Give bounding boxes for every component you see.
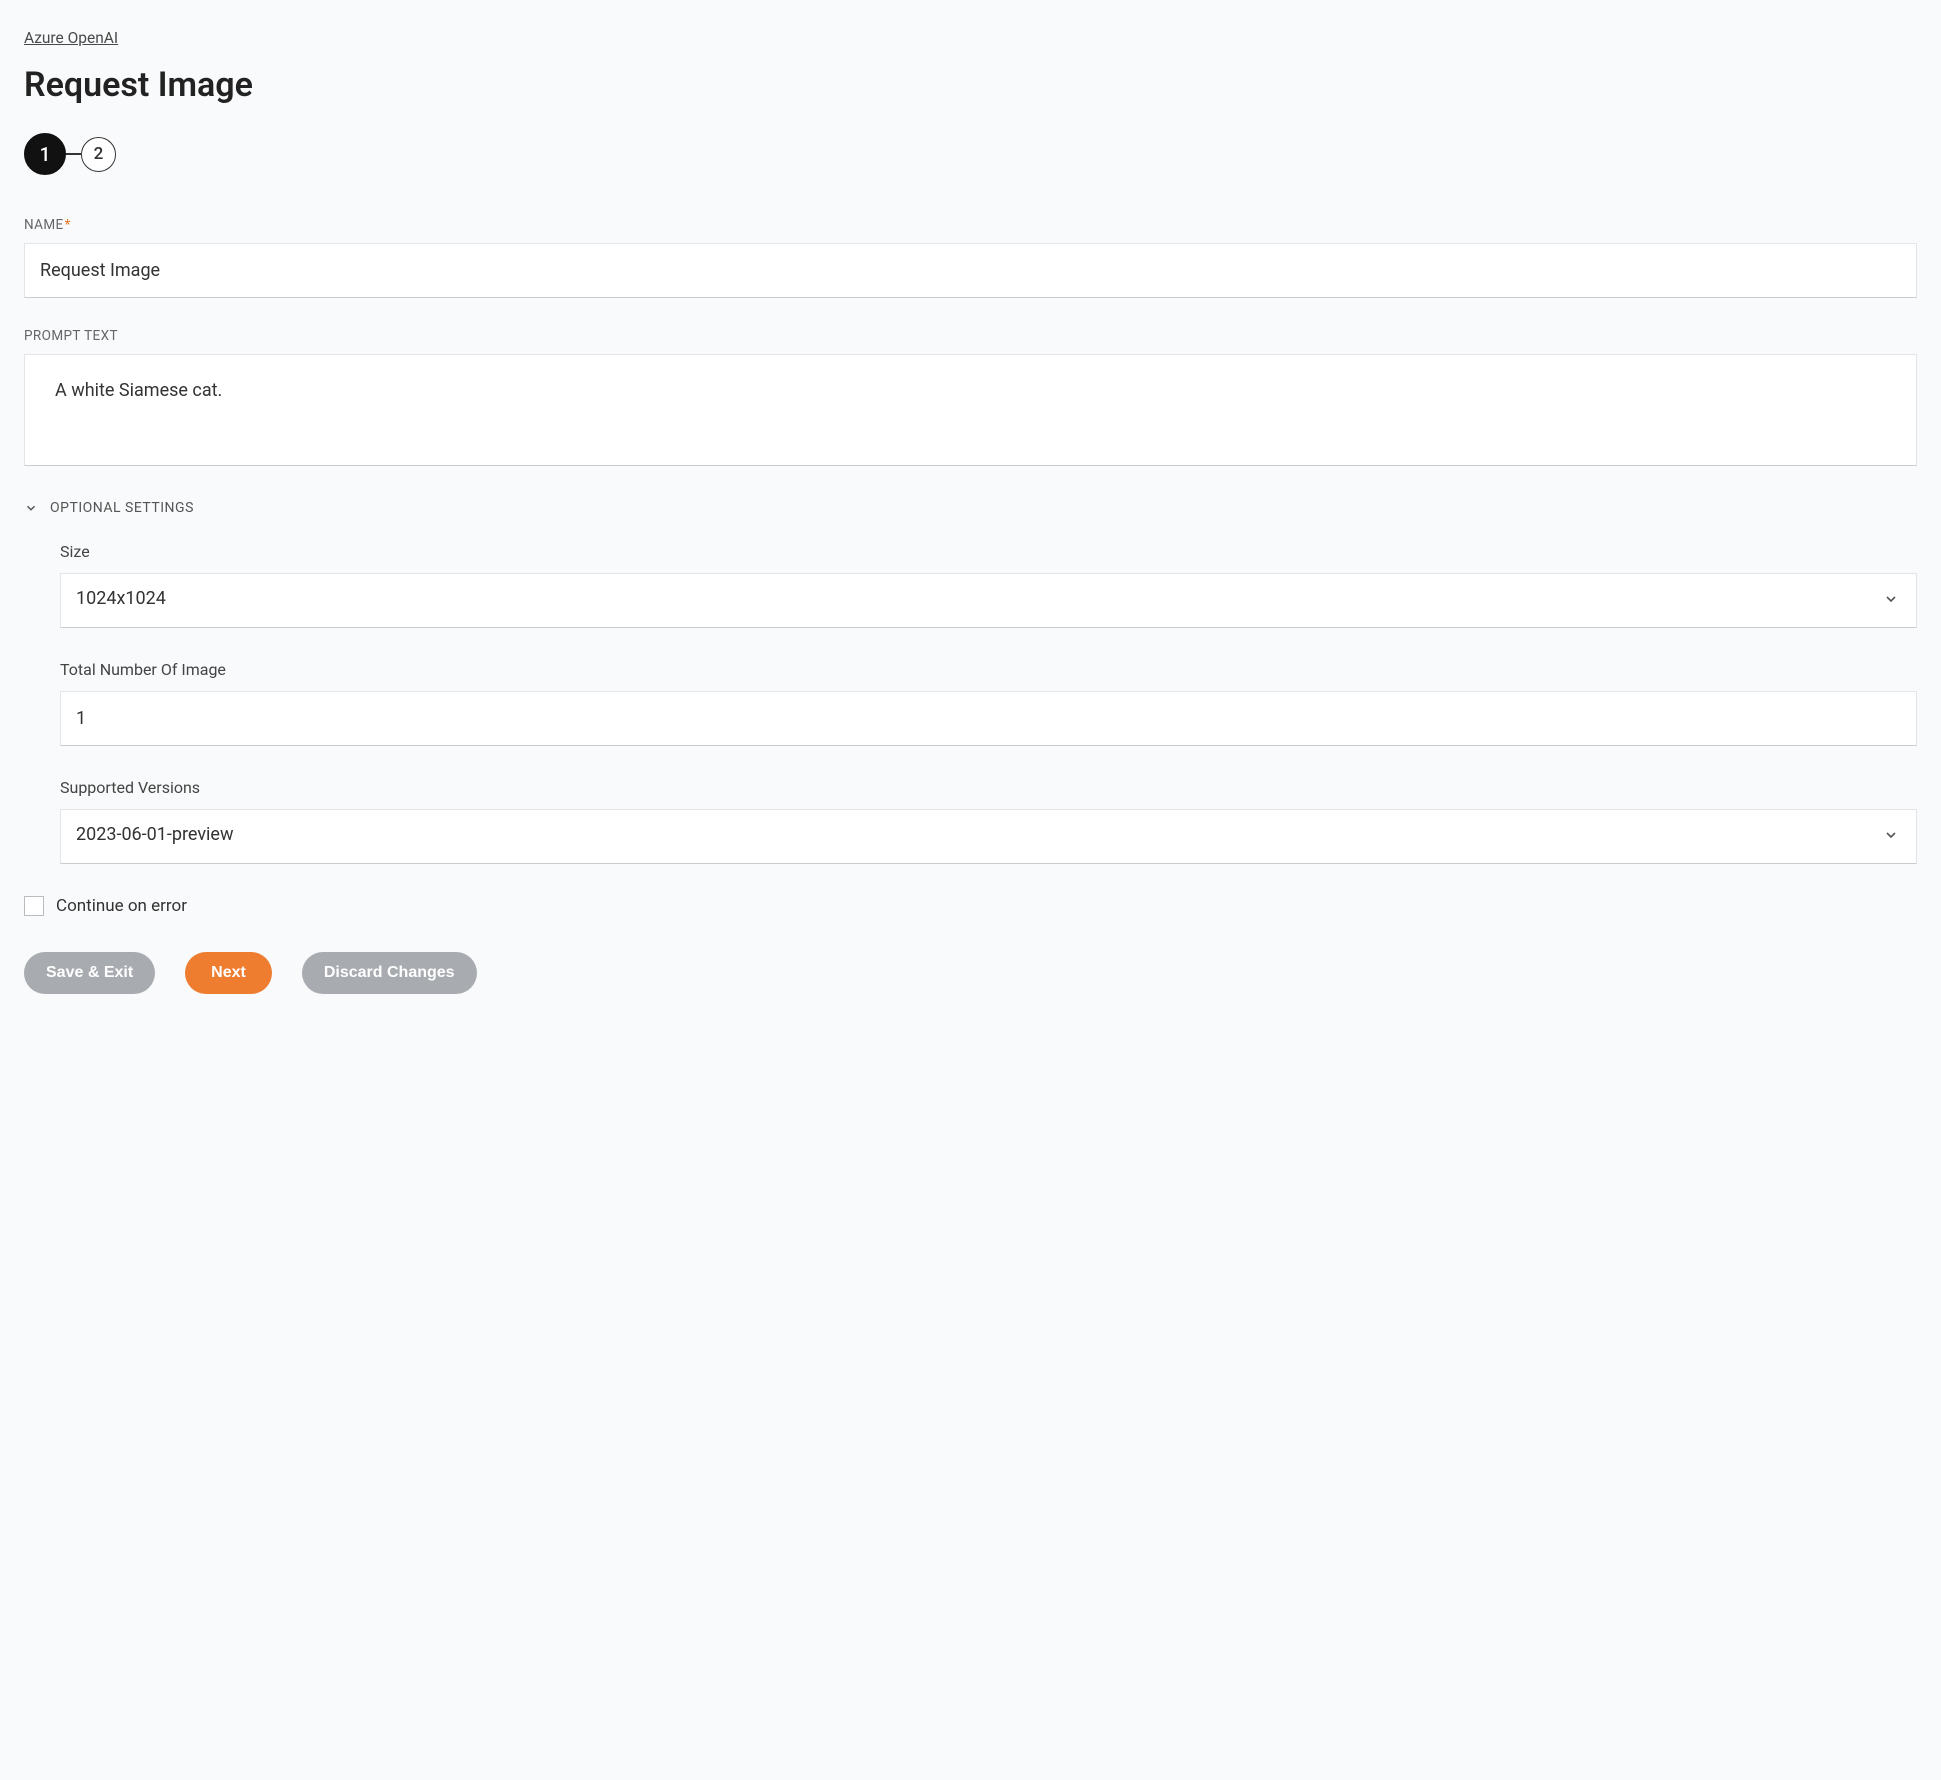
continue-on-error-checkbox[interactable] [24,896,44,916]
name-input[interactable] [24,243,1917,298]
size-label: Size [60,542,1917,561]
versions-select[interactable]: 2023-06-01-preview [60,809,1917,864]
size-select[interactable]: 1024x1024 [60,573,1917,628]
required-asterisk: * [65,217,71,233]
versions-label: Supported Versions [60,778,1917,797]
step-2[interactable]: 2 [81,137,116,172]
save-exit-button[interactable]: Save & Exit [24,952,155,994]
step-connector [66,153,81,155]
total-number-input[interactable] [60,691,1917,746]
optional-settings-label: OPTIONAL SETTINGS [50,500,194,516]
next-button[interactable]: Next [185,952,272,994]
optional-settings-toggle[interactable]: OPTIONAL SETTINGS [24,500,1917,516]
page-title: Request Image [24,65,1917,105]
continue-on-error-label: Continue on error [56,896,187,916]
optional-settings-body: Size 1024x1024 Total Number Of Image Sup… [24,542,1917,864]
chevron-down-icon [24,501,38,515]
total-label: Total Number Of Image [60,660,1917,679]
stepper: 1 2 [24,133,1917,175]
name-label: NAME* [24,217,1917,233]
breadcrumb-link[interactable]: Azure OpenAI [24,29,118,47]
prompt-textarea[interactable]: A white Siamese cat. [24,354,1917,466]
step-1[interactable]: 1 [24,133,66,175]
prompt-label: PROMPT TEXT [24,328,1917,344]
discard-changes-button[interactable]: Discard Changes [302,952,477,994]
